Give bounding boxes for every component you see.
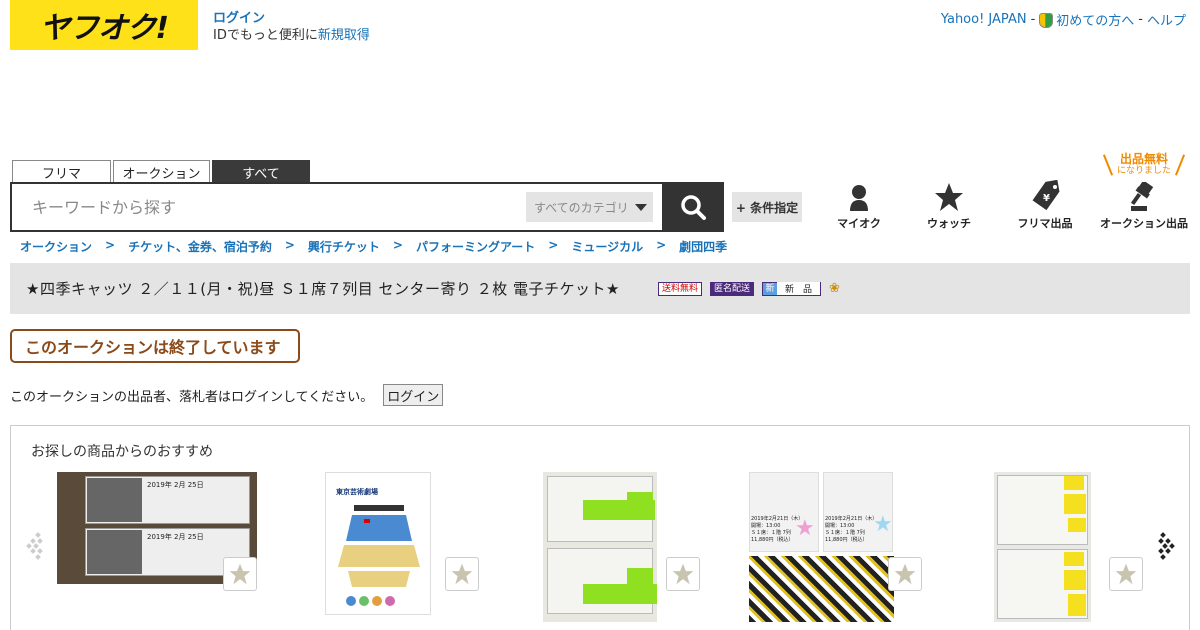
top-link-separator: - xyxy=(1030,12,1036,27)
free-banner-sub: になりました xyxy=(1116,166,1171,176)
quick-link-label: オークション出品 xyxy=(1100,217,1188,230)
yahoo-japan-link[interactable]: Yahoo! JAPAN xyxy=(941,12,1027,27)
search-icon xyxy=(681,195,706,220)
free-banner-title: 出品無料 xyxy=(1119,152,1168,166)
free-shipping-badge: 送料無料 xyxy=(657,281,702,296)
tab-auction[interactable]: オークション xyxy=(113,160,210,183)
new-icon: 新 xyxy=(762,282,777,295)
quick-link-watch[interactable]: ウォッチ xyxy=(899,180,999,231)
breadcrumb-item[interactable]: チケット、金券、宿泊予約 xyxy=(128,238,272,255)
login-area: ログイン IDでもっと便利に新規取得 xyxy=(213,10,370,44)
recommendation-card[interactable]: 東京芸術劇場 xyxy=(325,472,431,615)
quick-link-my-auction[interactable]: マイオク xyxy=(809,180,909,231)
watch-button[interactable] xyxy=(445,557,479,591)
breadcrumb-separator: > xyxy=(284,238,295,252)
item-thumbnail[interactable]: 2019年2月21日（木） 開場：13:00 Ｓ１席：１階 7列 11,880円… xyxy=(749,472,894,622)
new-item-label: 新 品 xyxy=(776,282,820,295)
quick-link-flea-listing[interactable]: ¥ フリマ出品 xyxy=(995,180,1095,231)
new-item-badge: 新 新 品 xyxy=(761,281,821,296)
breadcrumb-item[interactable]: パフォーミングアート xyxy=(416,238,535,255)
quick-link-label: マイオク xyxy=(837,217,881,230)
tab-all[interactable]: すべて xyxy=(212,160,310,183)
signup-link[interactable]: 新規取得 xyxy=(318,28,370,43)
beginner-mark-icon xyxy=(1039,12,1054,28)
login-link[interactable]: ログイン xyxy=(213,11,265,26)
login-button[interactable]: ログイン xyxy=(383,384,444,406)
person-icon xyxy=(850,185,868,211)
breadcrumb-item[interactable]: オークション xyxy=(20,238,92,255)
breadcrumb-separator: > xyxy=(656,238,667,252)
watch-button[interactable] xyxy=(1109,557,1143,591)
breadcrumb: オークション > チケット、金券、宿泊予約 > 興行チケット > パフォーミングアート… xyxy=(20,238,727,255)
watch-button[interactable] xyxy=(666,557,700,591)
star-icon xyxy=(894,563,916,585)
quick-link-label: フリマ出品 xyxy=(1017,217,1073,230)
gavel-icon xyxy=(1130,182,1154,211)
beginners-guide-link[interactable]: 初めての方へ xyxy=(1056,10,1134,29)
recommendation-card[interactable] xyxy=(994,472,1091,622)
breadcrumb-item[interactable]: 劇団四季 xyxy=(679,238,727,255)
item-thumbnail[interactable]: 東京芸術劇場 xyxy=(325,472,431,615)
breadcrumb-item[interactable]: ミュージカル xyxy=(571,238,643,255)
search-button[interactable] xyxy=(662,182,724,232)
breadcrumb-separator: > xyxy=(392,238,403,252)
logo-text: ヤフオク! xyxy=(39,11,169,46)
breadcrumb-separator: > xyxy=(548,238,559,252)
category-select-label: すべてのカテゴリ xyxy=(534,200,629,215)
item-thumbnail[interactable] xyxy=(994,472,1091,622)
star-icon xyxy=(1115,563,1137,585)
top-links: Yahoo! JAPAN - 初めての方へ - ヘルプ xyxy=(941,10,1186,29)
help-link[interactable]: ヘルプ xyxy=(1147,10,1186,29)
search-box: すべてのカテゴリ xyxy=(10,182,724,232)
recommendations-panel: お探しの商品からのおすすめ 2019年 2月 25日 2019年 2月 25日 … xyxy=(10,425,1190,630)
tab-flea-market[interactable]: フリマ xyxy=(12,160,111,183)
breadcrumb-item[interactable]: 興行チケット xyxy=(308,238,380,255)
price-tag-icon: ¥ xyxy=(1032,180,1060,211)
quick-link-auction-listing[interactable]: オークション出品 xyxy=(1094,180,1194,231)
item-badges: 送料無料 匿名配送 新 新 品 ❀ xyxy=(650,281,840,296)
lucky-bag-icon: ❀ xyxy=(829,281,840,296)
star-icon xyxy=(229,563,251,585)
yahoo-auction-logo[interactable]: ヤフオク! xyxy=(10,0,198,50)
carousel-prev-icon[interactable] xyxy=(26,531,48,561)
recommendations-title: お探しの商品からのおすすめ xyxy=(31,444,213,460)
login-prompt-text: このオークションの出品者、落札者はログインしてください。 xyxy=(10,389,374,405)
search-input[interactable] xyxy=(12,187,512,227)
top-link-separator: - xyxy=(1138,12,1143,27)
condition-button[interactable]: + 条件指定 xyxy=(732,192,802,222)
login-sub-text: IDでもっと便利に xyxy=(213,28,318,43)
free-listing-banner: 出品無料 になりました xyxy=(1102,152,1186,176)
search-tabs: フリマ オークション すべて xyxy=(12,160,310,183)
dropdown-arrow-icon xyxy=(634,203,647,211)
star-icon xyxy=(935,183,963,211)
watch-button[interactable] xyxy=(888,557,922,591)
anonymous-shipping-badge: 匿名配送 xyxy=(709,281,754,296)
breadcrumb-separator: > xyxy=(105,238,116,252)
item-title: ★四季キャッツ ２／１１(月・祝)昼 Ｓ１席７列目 センター寄り ２枚 電子チケ… xyxy=(26,280,620,298)
item-thumbnail[interactable] xyxy=(543,472,657,622)
star-icon xyxy=(672,563,694,585)
login-prompt: このオークションの出品者、落札者はログインしてください。 ログイン xyxy=(10,384,444,406)
svg-text:¥: ¥ xyxy=(1043,193,1050,204)
star-icon xyxy=(451,563,473,585)
item-title-bar: ★四季キャッツ ２／１１(月・祝)昼 Ｓ１席７列目 センター寄り ２枚 電子チケ… xyxy=(10,263,1190,314)
watch-button[interactable] xyxy=(223,557,257,591)
category-select[interactable]: すべてのカテゴリ xyxy=(526,192,653,222)
recommendation-card[interactable] xyxy=(543,472,657,622)
auction-ended-notice: このオークションは終了しています xyxy=(10,329,300,363)
quick-link-label: ウォッチ xyxy=(927,217,971,230)
recommendation-card[interactable]: 2019年2月21日（木） 開場：13:00 Ｓ１席：１階 7列 11,880円… xyxy=(749,472,894,622)
carousel-next-icon[interactable] xyxy=(1153,531,1175,561)
